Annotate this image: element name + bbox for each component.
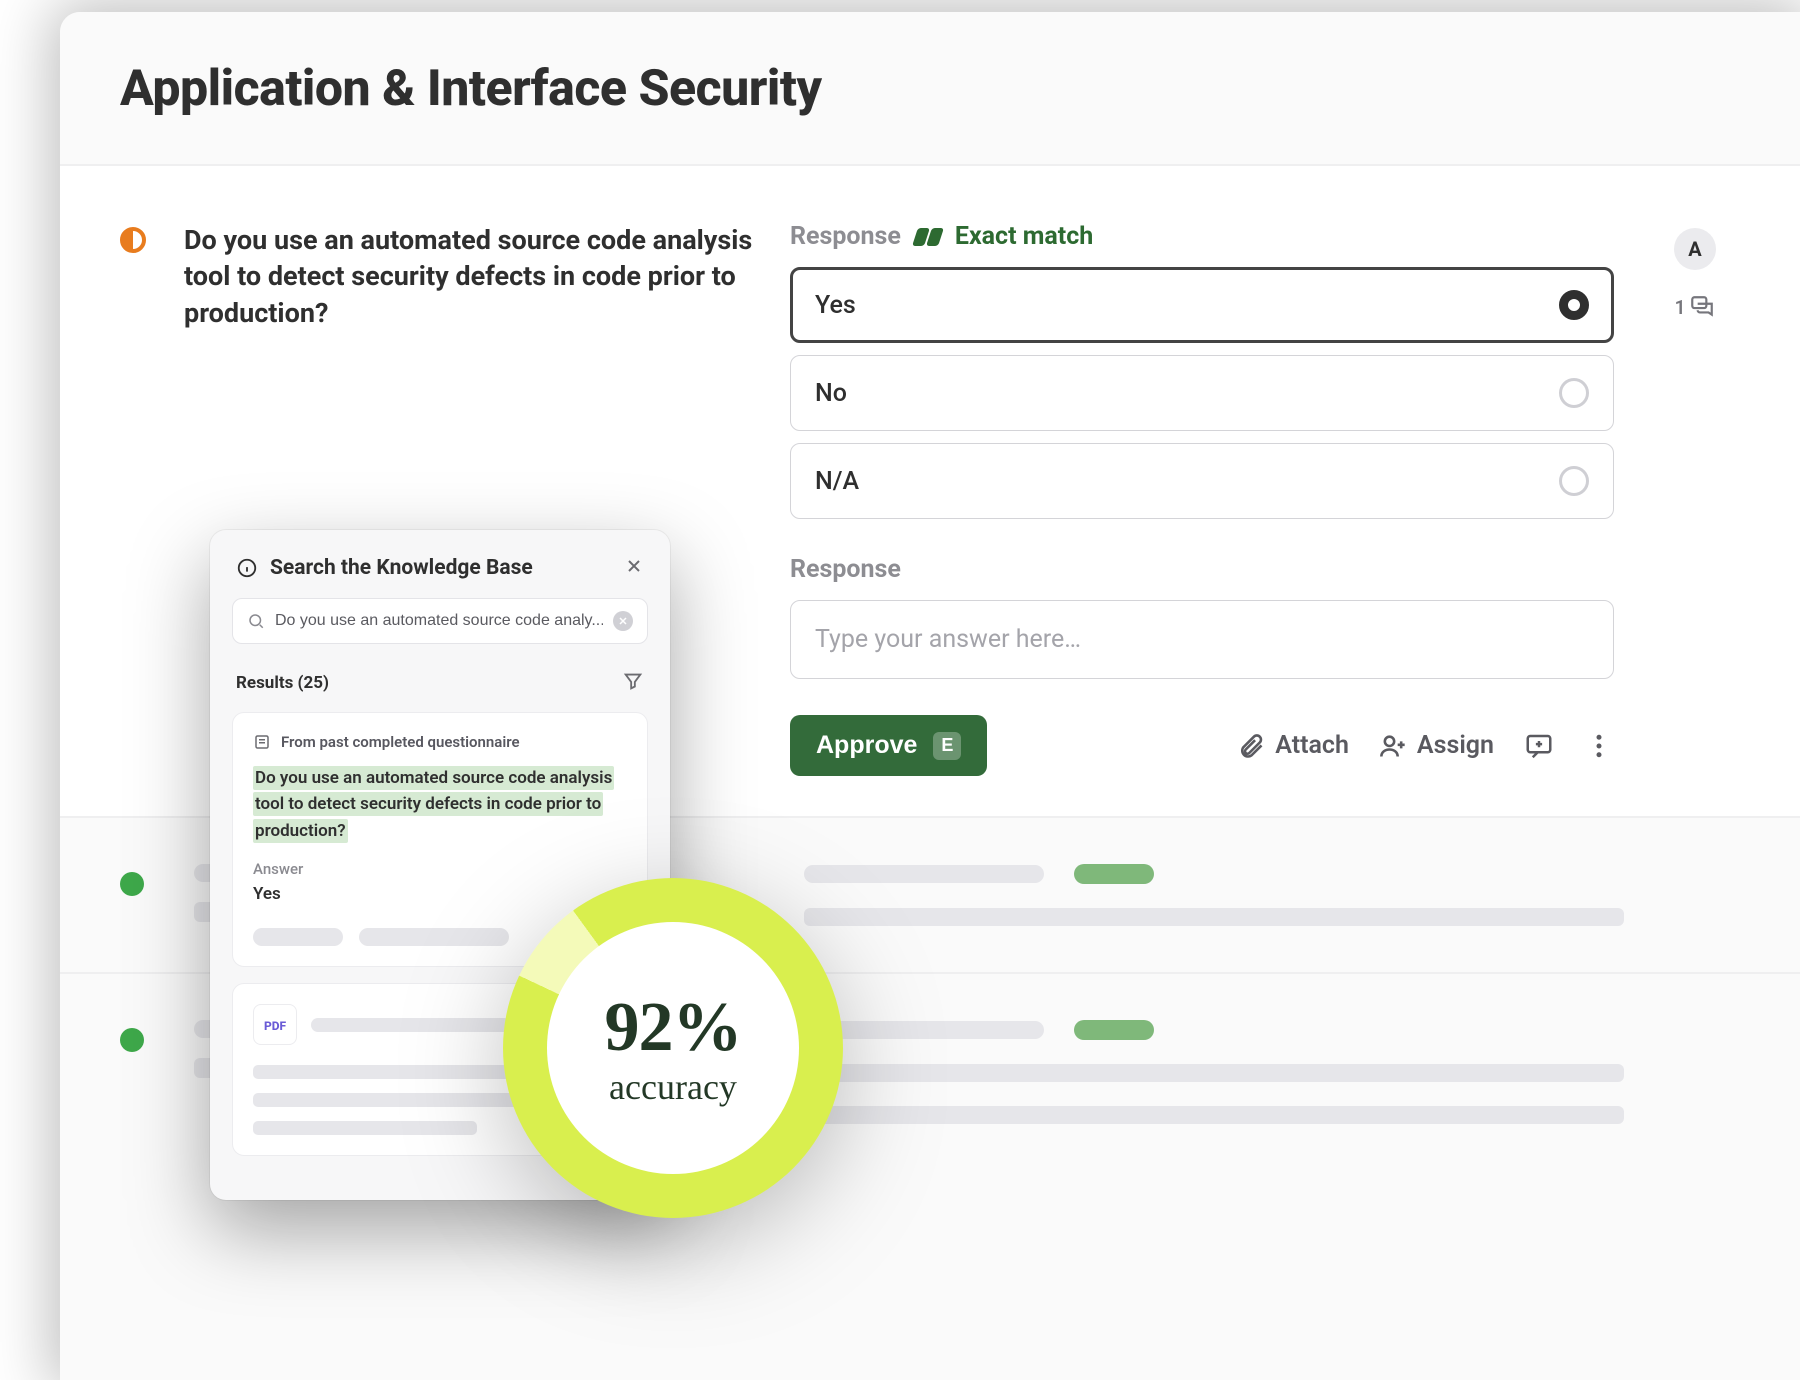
kb-search-field[interactable] [275, 612, 603, 630]
approve-button[interactable]: Approve E [790, 715, 987, 776]
action-row: Approve E Attach Assign [790, 715, 1614, 776]
response-label: Response [790, 222, 901, 251]
filter-icon [622, 670, 644, 692]
option-no-label: No [815, 379, 847, 408]
kb-search-input[interactable] [232, 598, 648, 644]
option-na[interactable]: N/A [790, 443, 1614, 519]
free-response-placeholder: Type your answer here… [815, 625, 1081, 654]
kb-source-label: From past completed questionnaire [281, 733, 520, 751]
free-response-label: Response [790, 555, 1614, 584]
kb-results-bar: Results (25) [232, 644, 648, 712]
kb-title: Search the Knowledge Base [270, 556, 612, 580]
exact-match-icon [915, 228, 941, 246]
attach-button[interactable]: Attach [1237, 731, 1349, 760]
option-no[interactable]: No [790, 355, 1614, 431]
comment-plus-icon [1524, 731, 1554, 761]
comment-indicator[interactable]: 1 [1675, 294, 1716, 320]
response-header: Response Exact match [790, 222, 1614, 251]
response-column: Response Exact match Yes No N/A [790, 222, 1614, 776]
page-title: Application & Interface Security [120, 60, 1740, 118]
clear-x-icon [617, 615, 629, 627]
avatar[interactable]: A [1674, 228, 1716, 270]
radio-icon [1559, 466, 1589, 496]
questionnaire-icon [253, 733, 271, 751]
file-type-label: PDF [264, 1019, 286, 1033]
kb-close-button[interactable] [624, 556, 644, 580]
kb-filter-button[interactable] [622, 670, 644, 696]
dots-vertical-icon [1584, 731, 1614, 761]
option-na-label: N/A [815, 467, 859, 496]
page-header: Application & Interface Security [60, 12, 1800, 166]
approve-kbd-hint: E [933, 732, 961, 760]
option-yes-label: Yes [815, 291, 856, 320]
comment-count: 1 [1675, 296, 1686, 319]
option-yes[interactable]: Yes [790, 267, 1614, 343]
accuracy-percent: 92% [605, 988, 742, 1068]
assign-button[interactable]: Assign [1379, 731, 1494, 760]
comments-icon [1689, 294, 1715, 320]
accuracy-sublabel: accuracy [609, 1066, 737, 1108]
radio-selected-icon [1559, 290, 1589, 320]
kb-result-question: Do you use an automated source code anal… [253, 765, 627, 844]
user-plus-icon [1379, 732, 1407, 760]
accuracy-ring-icon: 92% accuracy [503, 878, 843, 1218]
paperclip-icon [1237, 732, 1265, 760]
info-icon [236, 557, 258, 579]
kb-answer-label: Answer [253, 860, 627, 878]
assign-label: Assign [1417, 731, 1494, 760]
close-icon [624, 556, 644, 576]
more-actions-button[interactable] [1584, 731, 1614, 761]
kb-clear-button[interactable] [613, 611, 633, 631]
radio-icon [1559, 378, 1589, 408]
avatar-initial: A [1688, 237, 1701, 261]
approve-button-label: Approve [816, 731, 917, 760]
response-options: Yes No N/A [790, 267, 1614, 519]
accuracy-badge: 92% accuracy [503, 878, 843, 1218]
kb-results-count: Results (25) [236, 673, 329, 693]
free-response-input[interactable]: Type your answer here… [790, 600, 1614, 679]
search-icon [247, 612, 265, 630]
status-column [120, 222, 148, 776]
add-comment-button[interactable] [1524, 731, 1554, 761]
kb-header: Search the Knowledge Base [232, 552, 648, 598]
exact-match-label: Exact match [955, 222, 1093, 251]
status-partial-icon [120, 227, 146, 253]
status-complete-icon [120, 1028, 144, 1052]
status-complete-icon [120, 872, 144, 896]
file-type-chip: PDF [253, 1004, 297, 1045]
meta-column: A 1 [1650, 222, 1740, 776]
attach-label: Attach [1275, 731, 1349, 760]
